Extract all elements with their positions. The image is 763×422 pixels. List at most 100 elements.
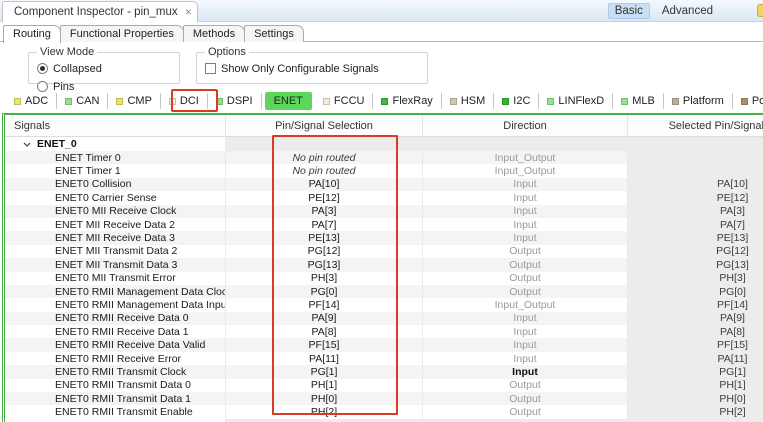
column-header-pin-signal-selection[interactable]: Pin/Signal Selection	[226, 115, 423, 136]
peripheral-tab-cmp[interactable]: CMP	[108, 93, 160, 109]
table-row[interactable]: ENET0 MII Transmit ErrorPH[3]OutputPH[3]	[5, 272, 763, 285]
peripheral-tab-hsm[interactable]: HSM	[442, 93, 494, 109]
pin-selection-cell[interactable]: PH[3]	[226, 272, 423, 285]
table-row[interactable]: ENET0 RMII Transmit Data 1PH[0]OutputPH[…	[5, 392, 763, 405]
signal-name-cell: ENET MII Receive Data 2	[5, 218, 226, 231]
table-row[interactable]: ENET0 RMII Receive Data ValidPF[15]Input…	[5, 338, 763, 351]
signal-name-cell: ENET0 RMII Management Data Input/Output	[5, 298, 226, 311]
direction-cell: Output	[423, 258, 628, 271]
table-row[interactable]: ENET Timer 1No pin routedInput_Output	[5, 164, 763, 177]
pin-selection-cell[interactable]: PA[10]	[226, 178, 423, 191]
direction-cell: Input	[423, 205, 628, 218]
direction-cell: Input	[423, 218, 628, 231]
selected-pin-cell	[628, 151, 763, 164]
peripheral-color-swatch	[547, 98, 554, 105]
direction-cell: Output	[423, 285, 628, 298]
tab-settings[interactable]: Settings	[244, 25, 304, 42]
peripheral-color-swatch	[116, 98, 123, 105]
peripheral-tab-linflexd[interactable]: LINFlexD	[539, 93, 613, 109]
peripheral-tab-i2c[interactable]: I2C	[494, 93, 539, 109]
group-row-enet0[interactable]: ENET_0	[5, 137, 763, 151]
table-row[interactable]: ENET0 RMII Receive ErrorPA[11]InputPA[11…	[5, 352, 763, 365]
signal-name-cell: ENET0 RMII Transmit Data 0	[5, 379, 226, 392]
column-header-selected-pin-signal-name[interactable]: Selected Pin/Signal Name	[628, 115, 763, 136]
selected-pin-cell: PH[0]	[628, 392, 763, 405]
table-row[interactable]: ENET0 MII Receive ClockPA[3]InputPA[3]	[5, 205, 763, 218]
direction-cell: Input	[423, 178, 628, 191]
pin-selection-cell[interactable]: PG[13]	[226, 258, 423, 271]
table-row[interactable]: ENET MII Transmit Data 2PG[12]OutputPG[1…	[5, 245, 763, 258]
pin-selection-cell[interactable]: PA[7]	[226, 218, 423, 231]
table-row[interactable]: ENET Timer 0No pin routedInput_Output	[5, 151, 763, 164]
pin-selection-cell[interactable]: PF[15]	[226, 338, 423, 351]
pin-selection-cell[interactable]: PH[0]	[226, 392, 423, 405]
pin-selection-cell[interactable]: PG[0]	[226, 285, 423, 298]
signal-name-cell: ENET Timer 1	[5, 164, 226, 177]
show-only-configurable-checkbox[interactable]: Show Only Configurable Signals	[205, 63, 379, 75]
table-row[interactable]: ENET0 RMII Receive Data 1PA[8]InputPA[8]	[5, 325, 763, 338]
radio-collapsed-icon[interactable]	[37, 63, 48, 74]
column-header-signals[interactable]: Signals	[5, 115, 226, 136]
peripheral-tab-dci[interactable]: DCI	[161, 93, 208, 109]
column-header-direction[interactable]: Direction	[423, 115, 628, 136]
pin-selection-cell[interactable]: PG[12]	[226, 245, 423, 258]
pin-selection-cell[interactable]: PH[1]	[226, 379, 423, 392]
radio-collapsed[interactable]: Collapsed	[37, 63, 102, 75]
table-row[interactable]: ENET0 CollisionPA[10]InputPA[10]	[5, 178, 763, 191]
table-row[interactable]: ENET0 RMII Transmit Data 0PH[1]OutputPH[…	[5, 379, 763, 392]
pin-selection-cell[interactable]: PE[13]	[226, 231, 423, 244]
tab-routing[interactable]: Routing	[3, 25, 61, 43]
pin-selection-cell[interactable]: No pin routed	[226, 151, 423, 164]
pin-selection-cell[interactable]: PG[1]	[226, 365, 423, 378]
view-tab-component-inspector[interactable]: Component Inspector - pin_mux ✕	[2, 1, 198, 22]
pin-selection-cell[interactable]: PA[8]	[226, 325, 423, 338]
peripheral-tab-enet[interactable]: ENET	[265, 92, 312, 110]
table-row[interactable]: ENET0 RMII Management Data Input/OutputP…	[5, 298, 763, 311]
view-mode-legend: View Mode	[37, 46, 97, 58]
table-row[interactable]: ENET0 RMII Transmit EnablePH[2]OutputPH[…	[5, 405, 763, 418]
pin-selection-cell[interactable]: PH[2]	[226, 405, 423, 418]
peripheral-tab-fccu[interactable]: FCCU	[315, 93, 374, 109]
mode-basic-button[interactable]: Basic	[608, 3, 650, 19]
peripheral-tab-flexray[interactable]: FlexRay	[373, 93, 441, 109]
pin-selection-cell[interactable]: PF[14]	[226, 298, 423, 311]
peripheral-color-swatch	[216, 98, 223, 105]
table-row[interactable]: ENET0 RMII Management Data ClockPG[0]Out…	[5, 285, 763, 298]
checkbox-icon[interactable]	[205, 63, 216, 74]
peripheral-tab-platform[interactable]: Platform	[664, 93, 733, 109]
peripheral-tab-label: DCI	[180, 95, 199, 107]
peripheral-tab-powerandground[interactable]: PowerAndGround	[733, 93, 763, 109]
peripheral-color-swatch	[502, 98, 509, 105]
signal-name-cell: ENET0 RMII Receive Data Valid	[5, 338, 226, 351]
peripheral-tab-mlb[interactable]: MLB	[613, 93, 664, 109]
selected-pin-cell: PA[11]	[628, 352, 763, 365]
table-row[interactable]: ENET MII Transmit Data 3PG[13]OutputPG[1…	[5, 258, 763, 271]
peripheral-tab-dspi[interactable]: DSPI	[208, 93, 262, 109]
pin-selection-cell[interactable]: PA[11]	[226, 352, 423, 365]
mode-advanced-button[interactable]: Advanced	[660, 4, 715, 18]
close-icon[interactable]: ✕	[185, 7, 193, 18]
peripheral-tab-can[interactable]: CAN	[57, 93, 108, 109]
table-row[interactable]: ENET MII Receive Data 2PA[7]InputPA[7]	[5, 218, 763, 231]
pin-selection-cell[interactable]: PE[12]	[226, 191, 423, 204]
signal-name-cell: ENET0 RMII Transmit Data 1	[5, 392, 226, 405]
peripheral-tab-label: ADC	[25, 95, 48, 107]
tab-functional-properties[interactable]: Functional Properties	[60, 25, 184, 42]
direction-cell: Input	[423, 231, 628, 244]
chevron-down-icon[interactable]	[23, 142, 31, 147]
pin-selection-cell[interactable]: No pin routed	[226, 164, 423, 177]
pin-selection-cell[interactable]: PA[9]	[226, 312, 423, 325]
direction-cell: Input_Output	[423, 164, 628, 177]
table-row[interactable]: ENET0 RMII Receive Data 0PA[9]InputPA[9]	[5, 312, 763, 325]
pin-selection-cell[interactable]: PA[3]	[226, 205, 423, 218]
table-row[interactable]: ENET0 Carrier SensePE[12]InputPE[12]	[5, 191, 763, 204]
tab-methods[interactable]: Methods	[183, 25, 245, 42]
table-row[interactable]: ENET MII Receive Data 3PE[13]InputPE[13]	[5, 231, 763, 244]
signal-name-cell: ENET0 RMII Transmit Enable	[5, 405, 226, 418]
options-legend: Options	[205, 46, 249, 58]
selected-pin-cell: PG[1]	[628, 365, 763, 378]
peripheral-tab-bar: ADC CANCMP DCI DSPIENETFCCUFlexRayHSMI2CLIN…	[0, 89, 763, 113]
table-row[interactable]: ENET0 RMII Transmit ClockPG[1]InputPG[1]	[5, 365, 763, 378]
direction-cell: Output	[423, 392, 628, 405]
peripheral-tab-adc[interactable]: ADC	[6, 93, 57, 109]
